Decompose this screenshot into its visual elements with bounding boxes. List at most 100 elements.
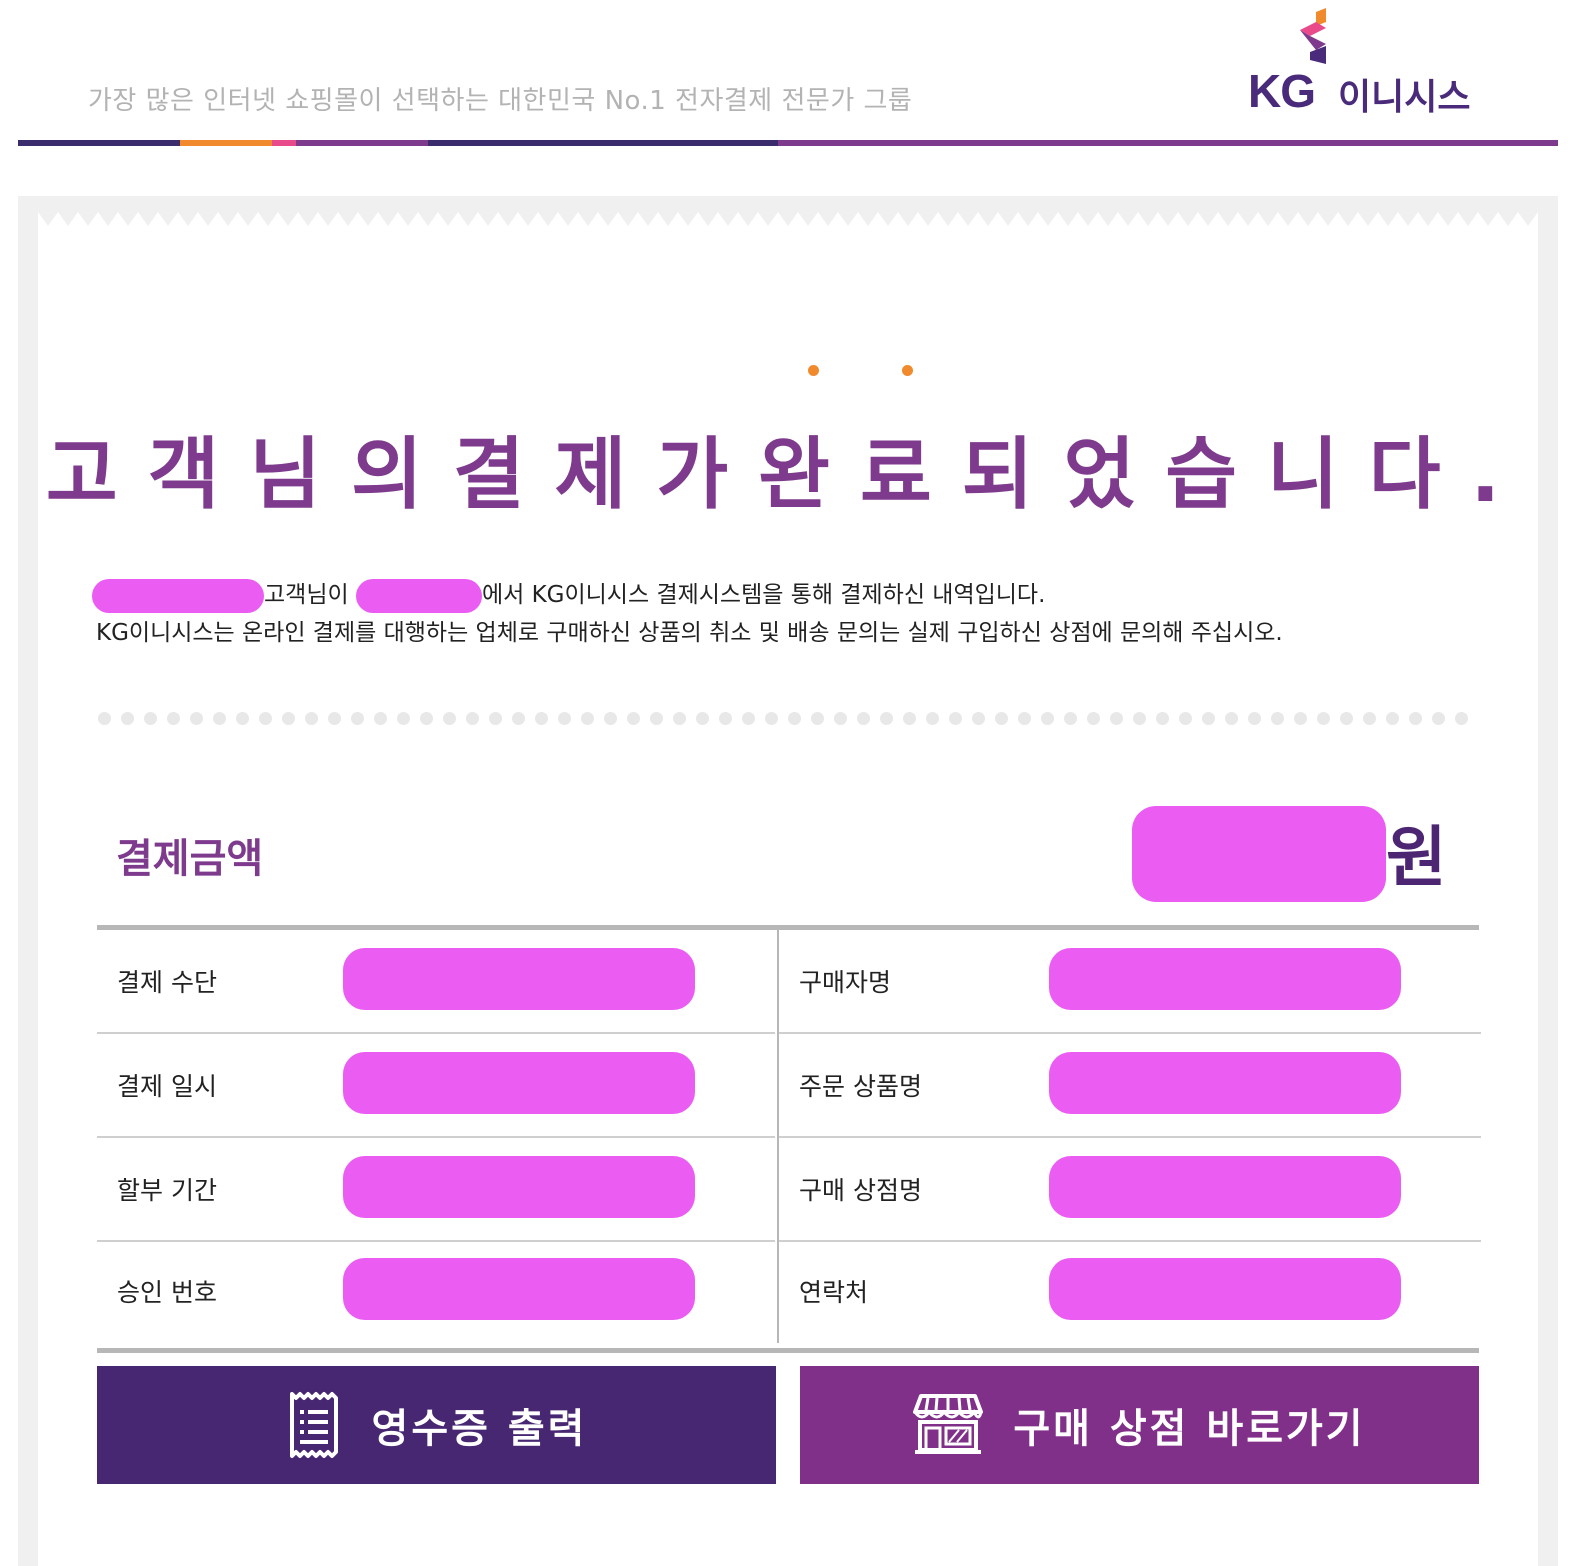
payment-description: 고객님이 에서 KG이니시스 결제시스템을 통해 결제하신 내역입니다. KG이… xyxy=(92,576,1496,652)
divider-dot xyxy=(995,712,1008,725)
divider-dot xyxy=(1110,712,1123,725)
divider-dot xyxy=(259,712,272,725)
divider-dot xyxy=(581,712,594,725)
receipt-panel: 고객님의결제가완료되었습니다. 고객님이 에서 KG이니시스 결제시스템을 통해… xyxy=(18,196,1558,1566)
divider-dot xyxy=(1409,712,1422,725)
print-receipt-label: 영수증 출력 xyxy=(371,1406,588,1452)
divider-dot xyxy=(949,712,962,725)
divider-dot xyxy=(1064,712,1077,725)
go-to-store-label: 구매 상점 바로가기 xyxy=(1013,1406,1366,1452)
divider-dot xyxy=(604,712,617,725)
header-color-stripe xyxy=(18,140,1558,146)
redacted-info-value xyxy=(1049,948,1401,1010)
divider-dot xyxy=(857,712,870,725)
divider-dot xyxy=(1271,712,1284,725)
divider-dot xyxy=(1202,712,1215,725)
description-line-2: KG이니시스는 온라인 결제를 대행하는 업체로 구매하신 상품의 취소 및 배… xyxy=(96,620,1283,646)
info-row-payment-method: 결제 수단 xyxy=(97,930,775,1034)
amount-label: 결제금액 xyxy=(116,836,264,882)
redacted-amount-value xyxy=(1132,806,1386,902)
info-label: 주문 상품명 xyxy=(799,1072,922,1101)
info-row-approval-number: 승인 번호 xyxy=(97,1240,775,1342)
description-line-1: 고객님이 에서 KG이니시스 결제시스템을 통해 결제하신 내역입니다. xyxy=(92,576,1496,614)
redacted-info-value xyxy=(1049,1156,1401,1218)
info-label: 구매자명 xyxy=(799,968,892,997)
divider-dot xyxy=(765,712,778,725)
divider-dot xyxy=(282,712,295,725)
divider-dot xyxy=(443,712,456,725)
divider-dot xyxy=(1432,712,1445,725)
divider-dot xyxy=(1340,712,1353,725)
header-tagline: 가장 많은 인터넷 쇼핑몰이 선택하는 대한민국 No.1 전자결제 전문가 그… xyxy=(88,86,913,116)
emphasis-dot xyxy=(902,365,913,376)
receipt-paper: 고객님의결제가완료되었습니다. 고객님이 에서 KG이니시스 결제시스템을 통해… xyxy=(38,212,1538,1566)
divider-dot xyxy=(834,712,847,725)
zigzag-edge xyxy=(38,212,1538,228)
customer-suffix: 고객님이 xyxy=(264,582,349,608)
divider-dot xyxy=(1248,712,1261,725)
divider-dot xyxy=(1156,712,1169,725)
divider-dot xyxy=(903,712,916,725)
divider-dot xyxy=(742,712,755,725)
divider-dot xyxy=(167,712,180,725)
info-label: 결제 수단 xyxy=(117,968,217,997)
divider-dot xyxy=(926,712,939,725)
emphasis-dot xyxy=(808,365,819,376)
redacted-info-value xyxy=(343,1052,695,1114)
divider-dot xyxy=(719,712,732,725)
divider-dot xyxy=(650,712,663,725)
logo-company-name: 이니시스 xyxy=(1338,77,1471,118)
redacted-info-value xyxy=(1049,1052,1401,1114)
info-label: 구매 상점명 xyxy=(799,1176,922,1205)
info-label: 연락처 xyxy=(799,1278,869,1307)
divider-dot xyxy=(1087,712,1100,725)
divider-dot xyxy=(696,712,709,725)
payment-info-table: 결제 수단 결제 일시 할부 기간 승인 번호 구매자명 주문 상품명 구매 상… xyxy=(97,925,1481,1353)
receipt-icon xyxy=(289,1392,338,1458)
description-line-1-text: 에서 KG이니시스 결제시스템을 통해 결제하신 내역입니다. xyxy=(481,582,1046,608)
dotted-divider xyxy=(98,710,1478,726)
store-icon xyxy=(913,1394,984,1454)
divider-dot xyxy=(121,712,134,725)
redacted-info-value xyxy=(343,1156,695,1218)
info-row-product-name: 주문 상품명 xyxy=(779,1034,1481,1138)
info-row-payment-date: 결제 일시 xyxy=(97,1034,775,1138)
divider-dot xyxy=(397,712,410,725)
divider-dot xyxy=(558,712,571,725)
print-receipt-button[interactable]: 영수증 출력 xyxy=(97,1366,776,1484)
info-column-left: 결제 수단 결제 일시 할부 기간 승인 번호 xyxy=(97,930,775,1343)
divider-dot xyxy=(788,712,801,725)
divider-dot xyxy=(535,712,548,725)
redacted-info-value xyxy=(1049,1258,1401,1320)
divider-dot xyxy=(236,712,249,725)
info-row-buyer-name: 구매자명 xyxy=(779,930,1481,1034)
logo-mark-icon xyxy=(1300,8,1326,64)
amount-unit: 원 xyxy=(1386,819,1447,896)
info-column-right: 구매자명 주문 상품명 구매 상점명 연락처 xyxy=(777,930,1481,1343)
divider-dot xyxy=(1455,712,1468,725)
info-row-store-name: 구매 상점명 xyxy=(779,1138,1481,1242)
logo-brand-text: KG xyxy=(1248,65,1316,117)
divider-dot xyxy=(1386,712,1399,725)
info-label: 할부 기간 xyxy=(117,1176,217,1205)
page-header: 가장 많은 인터넷 쇼핑몰이 선택하는 대한민국 No.1 전자결제 전문가 그… xyxy=(0,0,1588,150)
divider-dot xyxy=(420,712,433,725)
divider-dot xyxy=(98,712,111,725)
divider-dot xyxy=(466,712,479,725)
info-row-contact: 연락처 xyxy=(779,1240,1481,1342)
divider-dot xyxy=(489,712,502,725)
redacted-customer-name xyxy=(92,578,264,613)
info-row-installment: 할부 기간 xyxy=(97,1138,775,1242)
divider-dot xyxy=(627,712,640,725)
divider-dot xyxy=(972,712,985,725)
divider-dot xyxy=(144,712,157,725)
kg-inicis-logo[interactable]: KG 이니시스 xyxy=(1248,8,1488,118)
divider-dot xyxy=(374,712,387,725)
divider-dot xyxy=(673,712,686,725)
go-to-store-button[interactable]: 구매 상점 바로가기 xyxy=(800,1366,1479,1484)
divider-dot xyxy=(305,712,318,725)
redacted-info-value xyxy=(343,948,695,1010)
redacted-store-name xyxy=(355,578,482,613)
divider-dot xyxy=(1363,712,1376,725)
divider-dot xyxy=(512,712,525,725)
